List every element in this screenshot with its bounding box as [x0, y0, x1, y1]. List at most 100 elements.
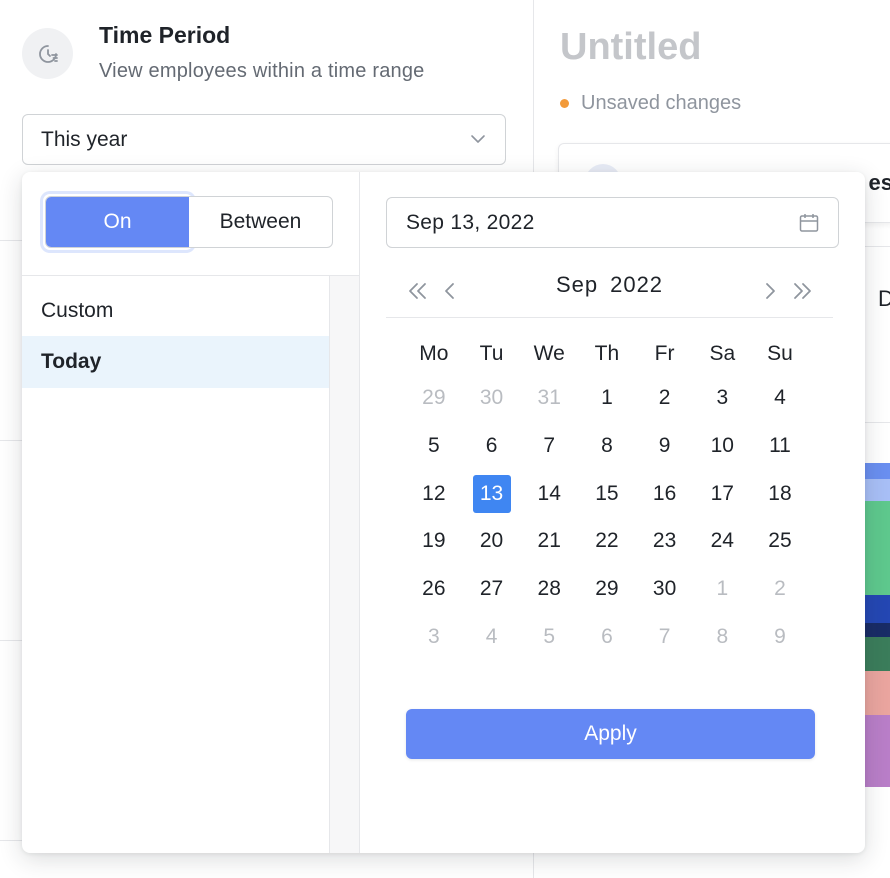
time-period-select-value: This year	[41, 127, 128, 151]
calendar-day[interactable]: 7	[646, 618, 684, 656]
calendar-day-cell: 11	[751, 427, 809, 465]
options-scrollbar[interactable]	[329, 276, 359, 853]
weekday-label: Tu	[479, 342, 504, 365]
calendar-week: 5 6 7 8 9 10 11	[405, 427, 809, 465]
calendar-day[interactable]: 11	[761, 427, 799, 465]
calendar-day[interactable]: 1	[703, 570, 741, 608]
calendar-day[interactable]: 2	[761, 570, 799, 608]
calendar-day-cell: 13	[463, 474, 521, 513]
calendar-day-cell: 30	[463, 379, 521, 417]
calendar-day[interactable]: 4	[473, 618, 511, 656]
calendar-day-cell: 6	[578, 618, 636, 656]
calendar-day-cell: 2	[751, 570, 809, 608]
calendar-day[interactable]: 2	[646, 379, 684, 417]
calendar-day[interactable]: 29	[588, 570, 626, 608]
document-title[interactable]: Untitled	[560, 26, 701, 69]
calendar-day[interactable]: 15	[588, 475, 626, 513]
calendar-day[interactable]: 5	[530, 618, 568, 656]
calendar-day-cell: 1	[578, 379, 636, 417]
calendar-day[interactable]: 26	[415, 570, 453, 608]
bar-segment	[864, 715, 890, 787]
mode-between-button[interactable]: Between	[189, 197, 332, 247]
next-year-icon[interactable]	[790, 280, 814, 307]
background-card-text: es	[868, 170, 890, 195]
time-period-title: Time Period	[99, 22, 231, 48]
bar-segment	[864, 595, 890, 623]
calendar-day[interactable]: 23	[646, 522, 684, 560]
calendar-pane: Sep 13, 2022 Sep 2022 Mo Tu We Th Fr Sa …	[361, 172, 865, 853]
calendar-day[interactable]: 30	[473, 379, 511, 417]
calendar-day[interactable]: 27	[473, 570, 511, 608]
calendar-day[interactable]: 14	[530, 475, 568, 513]
divider	[864, 422, 890, 423]
calendar-day[interactable]: 9	[646, 427, 684, 465]
calendar-day[interactable]: 25	[761, 522, 799, 560]
calendar-day[interactable]: 21	[530, 522, 568, 560]
calendar-day-cell: 22	[578, 522, 636, 560]
calendar-day[interactable]: 24	[703, 522, 741, 560]
calendar-day[interactable]: 19	[415, 522, 453, 560]
time-period-select[interactable]: This year	[22, 114, 506, 165]
calendar-day-cell: 5	[405, 427, 463, 465]
calendar-day-cell: 29	[405, 379, 463, 417]
calendar-week: 29 30 31 1 2 3 4	[405, 379, 809, 417]
calendar-day[interactable]: 16	[646, 475, 684, 513]
option-custom[interactable]: Custom	[22, 285, 329, 337]
bar-segment	[864, 463, 890, 479]
option-today[interactable]: Today	[22, 336, 329, 388]
calendar-day[interactable]: 17	[703, 475, 741, 513]
apply-button[interactable]: Apply	[406, 709, 815, 759]
background-column-letter: D	[878, 286, 890, 311]
calendar-year[interactable]: 2022	[610, 272, 663, 297]
calendar-day[interactable]: 6	[588, 618, 626, 656]
calendar-day-cell: 17	[693, 475, 751, 513]
status-dot-icon	[560, 99, 569, 108]
calendar-day-cell: 14	[520, 475, 578, 513]
date-input[interactable]: Sep 13, 2022	[386, 197, 839, 248]
calendar-day[interactable]: 18	[761, 475, 799, 513]
calendar-day-cell: 4	[463, 618, 521, 656]
calendar-day[interactable]: 22	[588, 522, 626, 560]
calendar-day[interactable]: 10	[703, 427, 741, 465]
calendar-day-cell: 19	[405, 522, 463, 560]
bar-segment	[864, 479, 890, 501]
calendar-week: 19 20 21 22 23 24 25	[405, 522, 809, 560]
calendar-day-selected[interactable]: 13	[472, 474, 511, 513]
mode-on-button[interactable]: On	[46, 197, 189, 247]
calendar-day-cell: 18	[751, 475, 809, 513]
calendar-day[interactable]: 8	[703, 618, 741, 656]
calendar-day[interactable]: 12	[415, 475, 453, 513]
calendar-day[interactable]: 9	[761, 618, 799, 656]
calendar-day-cell: 3	[405, 618, 463, 656]
next-month-icon[interactable]	[762, 280, 778, 307]
calendar-day[interactable]: 31	[530, 379, 568, 417]
calendar-day-cell: 10	[693, 427, 751, 465]
calendar-day[interactable]: 30	[646, 570, 684, 608]
calendar-day[interactable]: 3	[415, 618, 453, 656]
calendar-day-cell: 7	[520, 427, 578, 465]
calendar-day-cell: 15	[578, 475, 636, 513]
weekday-label: Mo	[419, 342, 449, 365]
calendar-week: 12 13 14 15 16 17 18	[405, 474, 809, 513]
weekday-label: Su	[767, 342, 793, 365]
calendar-day-cell: 25	[751, 522, 809, 560]
calendar-day[interactable]: 5	[415, 427, 453, 465]
calendar-day[interactable]: 3	[703, 379, 741, 417]
calendar-day[interactable]: 1	[588, 379, 626, 417]
calendar-day[interactable]: 4	[761, 379, 799, 417]
calendar-day[interactable]: 8	[588, 427, 626, 465]
calendar-day[interactable]: 29	[415, 379, 453, 417]
calendar-month[interactable]: Sep	[556, 272, 598, 297]
calendar-day[interactable]: 20	[473, 522, 511, 560]
weekday-label: We	[533, 342, 565, 365]
calendar-day-cell: 6	[463, 427, 521, 465]
calendar-day-cell: 20	[463, 522, 521, 560]
bar-segment	[864, 637, 890, 671]
calendar-day[interactable]: 7	[530, 427, 568, 465]
calendar-day-cell: 30	[636, 570, 694, 608]
calendar-day[interactable]: 28	[530, 570, 568, 608]
bar-segment	[864, 501, 890, 595]
calendar-day[interactable]: 6	[473, 427, 511, 465]
calendar-day-cell: 2	[636, 379, 694, 417]
unsaved-status: Unsaved changes	[560, 92, 741, 115]
